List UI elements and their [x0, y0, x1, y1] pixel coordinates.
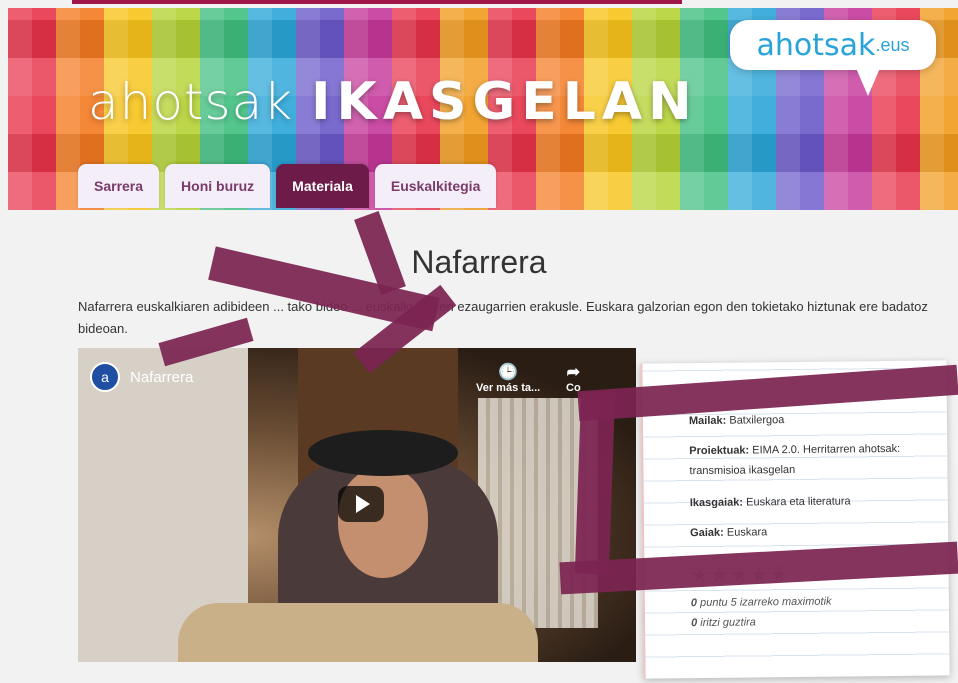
bubble-tld: .eus [875, 34, 910, 55]
rating-count-value: 0 [691, 617, 698, 630]
annotation-highlight-left [574, 391, 616, 575]
share-icon: ➦ [566, 364, 581, 381]
watch-later-button[interactable]: 🕒 Ver más ta... [476, 362, 540, 394]
video-title-bar[interactable]: a Nafarrera [90, 362, 193, 392]
site-logo[interactable]: ahotsak IKASGELAN [88, 72, 698, 132]
watch-later-label: Ver más ta... [476, 382, 541, 394]
detail-proiektuak: Proiektuak: EIMA 2.0. Herritarren ahotsa… [689, 439, 937, 482]
proiektuak-label: Proiektuak: [689, 444, 750, 458]
gaiak-value[interactable]: Euskara [727, 526, 767, 538]
mailak-value[interactable]: Batxilergoa [729, 414, 784, 427]
rating-points-value: 0 [690, 597, 698, 610]
logo-text-ahotsak: ahotsak [88, 73, 294, 131]
rating-points-text: puntu 5 izarreko maximotik [699, 595, 832, 609]
main-nav-tabs: Sarrera Honi buruz Materiala Euskalkiteg… [78, 164, 497, 208]
video-frame-table [178, 603, 538, 662]
ahotsak-eus-link[interactable]: ahotsak .eus [730, 20, 936, 96]
video-title[interactable]: Nafarrera [130, 369, 193, 386]
tab-honi-buruz[interactable]: Honi buruz [165, 164, 271, 208]
clock-icon: 🕒 [498, 364, 519, 381]
detail-mailak: Mailak: Batxilergoa [689, 409, 937, 432]
tab-materiala[interactable]: Materiala [276, 164, 369, 208]
page-title: Nafarrera [411, 244, 547, 280]
tab-euskalkitegia[interactable]: Euskalkitegia [374, 164, 497, 208]
detail-gaiak: Gaiak: Euskara [690, 521, 938, 544]
share-button[interactable]: ➦ Co [566, 362, 581, 394]
video-player[interactable]: a Nafarrera 🕒 Ver más ta... ➦ Co [78, 348, 636, 662]
rating-count-text: iritzi guztira [700, 616, 756, 629]
rating-points: 0 puntu 5 izarreko maximotik [691, 596, 832, 609]
mailak-label: Mailak: [688, 414, 727, 428]
play-button-icon[interactable] [338, 486, 384, 522]
top-accent-bar [72, 0, 682, 4]
bubble-brand: ahotsak [756, 27, 876, 63]
gaiak-label: Gaiak: [690, 526, 724, 540]
ikasgaiak-value[interactable]: Euskara eta literatura [746, 495, 851, 508]
rating-count: 0 iritzi guztira [691, 616, 756, 629]
ikasgaiak-label: Ikasgaiak: [689, 496, 744, 510]
detail-ikasgaiak: Ikasgaiak: Euskara eta literatura [690, 491, 938, 514]
logo-text-ikasgelan: IKASGELAN [311, 72, 698, 132]
share-label: Co [566, 382, 581, 394]
channel-avatar-icon[interactable]: a [90, 362, 120, 392]
tab-sarrera[interactable]: Sarrera [78, 164, 160, 208]
video-frame-face [338, 468, 428, 578]
video-frame-hat [308, 430, 458, 476]
